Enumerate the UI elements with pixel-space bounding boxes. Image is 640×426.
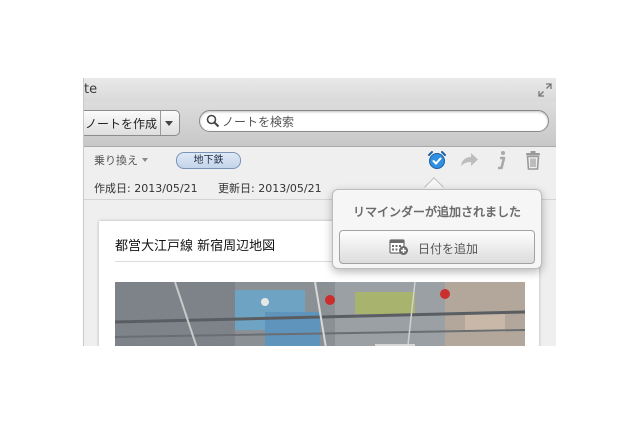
chevron-down-icon [142,158,148,162]
alarm-clock-check-icon[interactable] [426,149,448,171]
search-icon [206,114,220,128]
reminder-popover: リマインダーが追加されました 日付を追加 [332,189,542,269]
main-toolbar: ノートを作成 [84,102,556,147]
chevron-down-icon[interactable] [165,121,173,126]
reminder-added-message: リマインダーが追加されました [352,205,521,219]
created-date: 作成日: 2013/05/21 [94,182,198,195]
info-icon[interactable] [490,149,512,171]
tag-chip[interactable]: 地下鉄 [176,152,241,169]
add-date-button[interactable]: 日付を追加 [339,230,535,264]
add-date-label: 日付を追加 [418,242,479,256]
window-title: te [84,82,98,97]
notebook-selector[interactable]: 乗り換え [94,152,148,168]
create-note-label: ノートを作成 [84,117,157,131]
fullscreen-icon[interactable] [538,83,552,97]
title-bar[interactable]: te [84,78,556,102]
updated-date: 更新日: 2013/05/21 [218,182,322,195]
notebook-label: 乗り換え [94,154,138,167]
share-arrow-icon[interactable] [458,149,480,171]
search-field[interactable] [199,110,549,132]
note-title[interactable]: 都営大江戸線 新宿周辺地図 [115,235,275,254]
button-divider [160,111,161,135]
calendar-add-icon [389,239,408,255]
map-photo [115,282,525,346]
note-toolbar: 乗り換え 地下鉄 [84,147,556,173]
create-note-button[interactable]: ノートを作成 [84,110,180,136]
trash-icon[interactable] [522,149,544,171]
map-photo-graphic [115,282,525,346]
search-input[interactable] [220,112,524,132]
